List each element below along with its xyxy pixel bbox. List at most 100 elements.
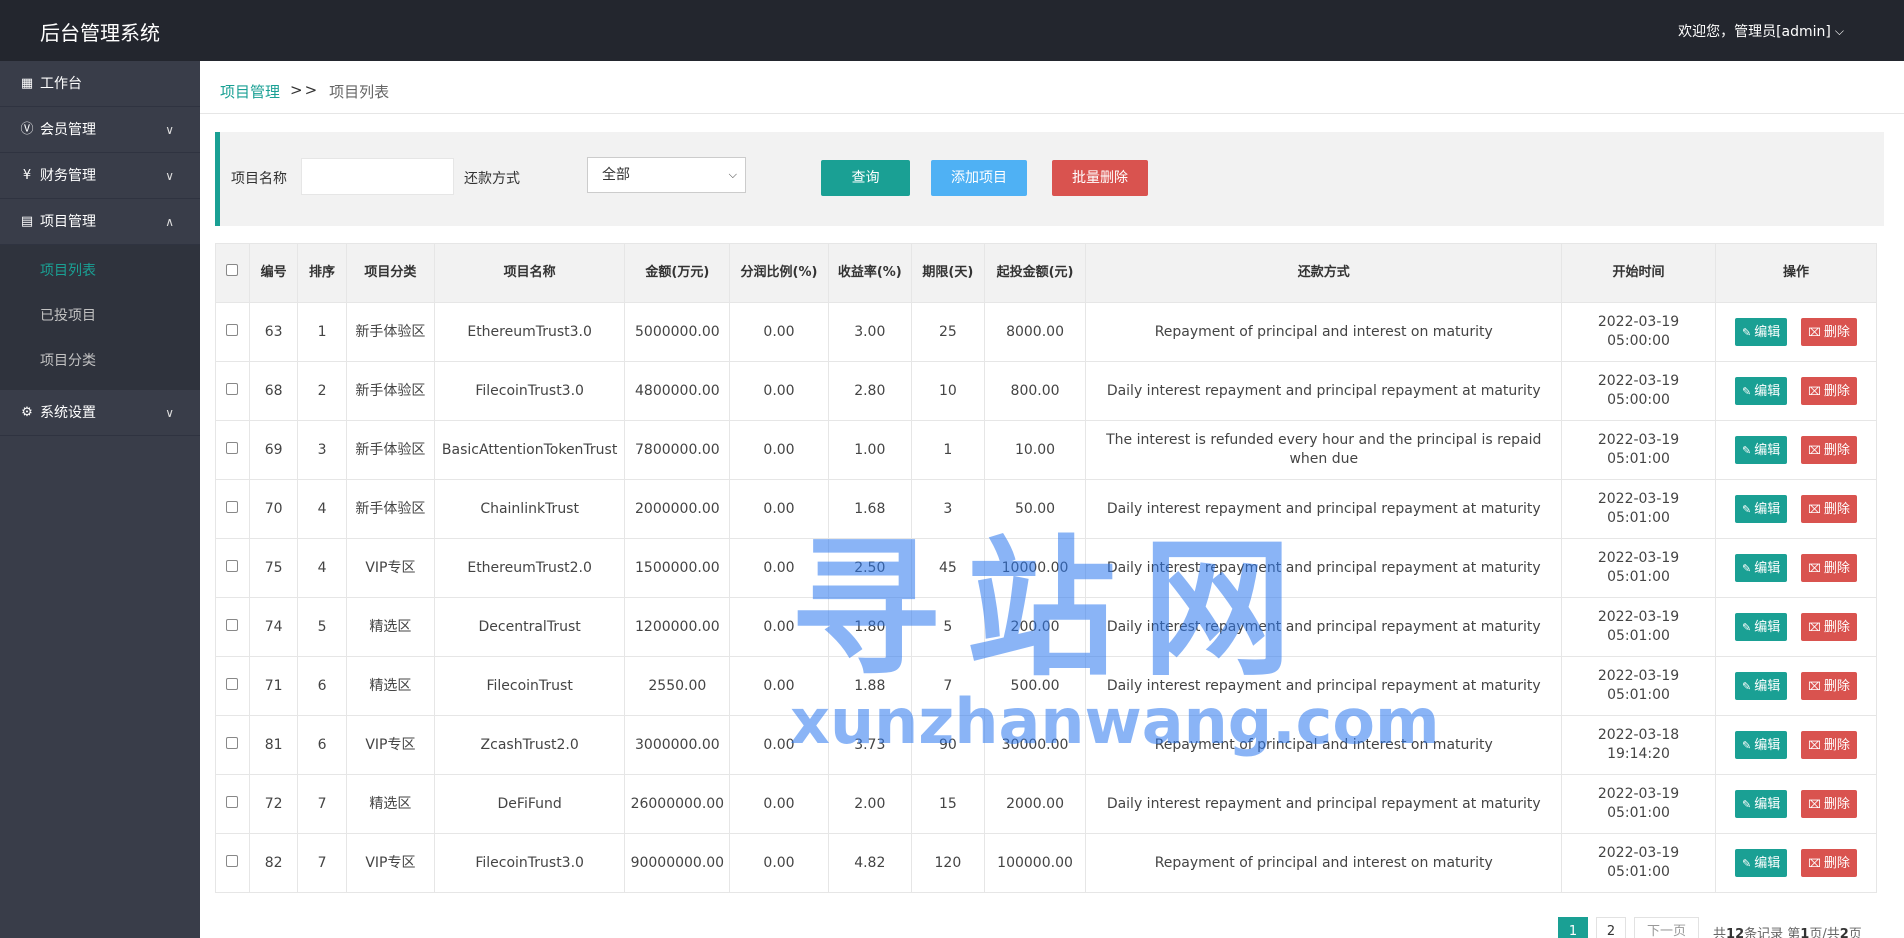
row-checkbox[interactable] [226, 736, 239, 749]
sidebar-item-dashboard[interactable]: ▦ 工作台 [0, 61, 200, 107]
sidebar-item-settings[interactable]: ⚙ 系统设置 ∨ [0, 390, 200, 436]
cell-id: 81 [248, 715, 299, 775]
row-select-cell [215, 302, 250, 362]
add-project-button[interactable]: 添加项目 [931, 160, 1027, 196]
row-checkbox[interactable] [226, 677, 239, 690]
cell-start-time: 2022-03-19 05:01:00 [1561, 420, 1716, 480]
next-page-button[interactable]: 下一页 [1634, 917, 1700, 938]
page-button-1[interactable]: 1 [1558, 917, 1588, 938]
cell-rate: 3.73 [827, 715, 913, 775]
repay-method-select[interactable]: 全部 ⌵ [587, 157, 746, 193]
row-checkbox[interactable] [226, 382, 239, 395]
edit-button[interactable]: ✎ 编辑 [1734, 849, 1788, 877]
delete-button[interactable]: ⌧ 删除 [1801, 849, 1857, 877]
edit-button[interactable]: ✎ 编辑 [1734, 613, 1788, 641]
cell-term: 1 [911, 420, 985, 480]
chevron-up-icon: ∧ [165, 215, 174, 229]
project-name-input[interactable] [301, 158, 454, 195]
row-checkbox[interactable] [226, 618, 239, 631]
delete-button[interactable]: ⌧ 删除 [1801, 436, 1857, 464]
dashboard-icon: ▦ [20, 75, 34, 91]
edit-button[interactable]: ✎ 编辑 [1734, 672, 1788, 700]
sidebar-item-finance[interactable]: ¥ 财务管理 ∨ [0, 153, 200, 199]
edit-button[interactable]: ✎ 编辑 [1734, 731, 1788, 759]
cell-term: 7 [911, 656, 985, 716]
cell-name: FilecoinTrust3.0 [434, 833, 626, 893]
chevron-down-icon: ⌵ [1834, 23, 1844, 38]
sidebar-item-label: 项目管理 [40, 213, 96, 230]
start-date: 2022-03-19 [1597, 432, 1680, 448]
delete-button[interactable]: ⌧ 删除 [1801, 318, 1857, 346]
sidebar-item-projects[interactable]: ▤ 项目管理 ∧ [0, 199, 200, 245]
row-select-cell [215, 538, 250, 598]
table-row: 69 3 新手体验区 BasicAttentionTokenTrust 7800000.… [215, 420, 1878, 480]
trash-icon: ⌧ [1808, 443, 1821, 457]
delete-button[interactable]: ⌧ 删除 [1801, 731, 1857, 759]
edit-button[interactable]: ✎ 编辑 [1734, 436, 1788, 464]
trash-icon: ⌧ [1808, 738, 1821, 752]
user-menu[interactable]: 欢迎您，管理员[admin] ⌵ [1678, 21, 1844, 41]
column-header: 收益率(%) [827, 243, 913, 303]
edit-button[interactable]: ✎ 编辑 [1734, 377, 1788, 405]
row-checkbox[interactable] [226, 559, 239, 572]
bulk-delete-button[interactable]: 批量删除 [1052, 160, 1148, 196]
start-date: 2022-03-19 [1597, 668, 1680, 684]
cell-min: 2000.00 [983, 774, 1087, 834]
page-button-2[interactable]: 2 [1596, 917, 1626, 938]
project-table: 编号 排序 项目分类 项目名称 金额(万元) 分润比例(%) 收益率(%) 期限… [215, 243, 1878, 893]
column-header: 操作 [1714, 243, 1878, 303]
cell-repay: Repayment of principal and interest on m… [1085, 302, 1563, 362]
cell-actions: ✎ 编辑 ⌧ 删除 [1714, 361, 1878, 421]
cell-min: 50.00 [983, 479, 1087, 539]
sidebar-subitem-project-list[interactable]: 项目列表 [0, 249, 200, 294]
row-select-cell [215, 774, 250, 834]
cell-repay: The interest is refunded every hour and … [1085, 420, 1563, 480]
query-button[interactable]: 查询 [821, 160, 910, 196]
cell-start-time: 2022-03-19 05:01:00 [1561, 597, 1716, 657]
cell-share: 0.00 [729, 715, 829, 775]
vip-icon: Ⓥ [20, 121, 34, 137]
sidebar-subitem-invested[interactable]: 已投项目 [0, 294, 200, 339]
delete-button[interactable]: ⌧ 删除 [1801, 672, 1857, 700]
delete-button[interactable]: ⌧ 删除 [1801, 554, 1857, 582]
cell-id: 75 [248, 538, 299, 598]
sidebar: ▦ 工作台 Ⓥ 会员管理 ∨ ¥ 财务管理 ∨ ▤ 项目管理 ∧ 项目列表 已投… [0, 61, 200, 938]
edit-icon: ✎ [1741, 738, 1752, 752]
breadcrumb-parent[interactable]: 项目管理 [220, 81, 280, 102]
cell-category: 精选区 [345, 774, 436, 834]
breadcrumb-current: 项目列表 [329, 83, 390, 101]
cell-amount: 1200000.00 [624, 597, 731, 657]
edit-button[interactable]: ✎ 编辑 [1734, 790, 1788, 818]
delete-button[interactable]: ⌧ 删除 [1801, 613, 1857, 641]
row-checkbox[interactable] [226, 441, 239, 454]
yen-icon: ¥ [22, 167, 32, 183]
row-select-cell [215, 479, 250, 539]
cell-name: BasicAttentionTokenTrust [434, 420, 626, 480]
start-time: 05:00:00 [1607, 392, 1670, 408]
edit-button[interactable]: ✎ 编辑 [1734, 318, 1788, 346]
edit-label: 编辑 [1754, 501, 1781, 517]
pagination-text: 页/共 [1809, 926, 1840, 938]
pagination-text: 共 [1713, 926, 1727, 938]
cell-share: 0.00 [729, 420, 829, 480]
sidebar-subitem-category[interactable]: 项目分类 [0, 339, 200, 384]
trash-icon: ⌧ [1808, 384, 1821, 398]
sidebar-item-members[interactable]: Ⓥ 会员管理 ∨ [0, 107, 200, 153]
edit-button[interactable]: ✎ 编辑 [1734, 495, 1788, 523]
row-checkbox[interactable] [226, 854, 239, 867]
total-pages: 2 [1839, 926, 1849, 938]
trash-icon: ⌧ [1808, 561, 1821, 575]
select-all-checkbox[interactable] [226, 264, 239, 276]
delete-button[interactable]: ⌧ 删除 [1801, 377, 1857, 405]
row-checkbox[interactable] [226, 323, 239, 336]
cell-id: 68 [248, 361, 299, 421]
row-select-cell [215, 420, 250, 480]
cell-repay: Daily interest repayment and principal r… [1085, 479, 1563, 539]
edit-button[interactable]: ✎ 编辑 [1734, 554, 1788, 582]
delete-button[interactable]: ⌧ 删除 [1801, 790, 1857, 818]
pagination-info: 共12条记录 第1页/共2页 [1713, 923, 1862, 938]
row-checkbox[interactable] [226, 500, 239, 513]
delete-button[interactable]: ⌧ 删除 [1801, 495, 1857, 523]
sidebar-item-label: 财务管理 [40, 167, 96, 184]
row-checkbox[interactable] [226, 795, 239, 808]
